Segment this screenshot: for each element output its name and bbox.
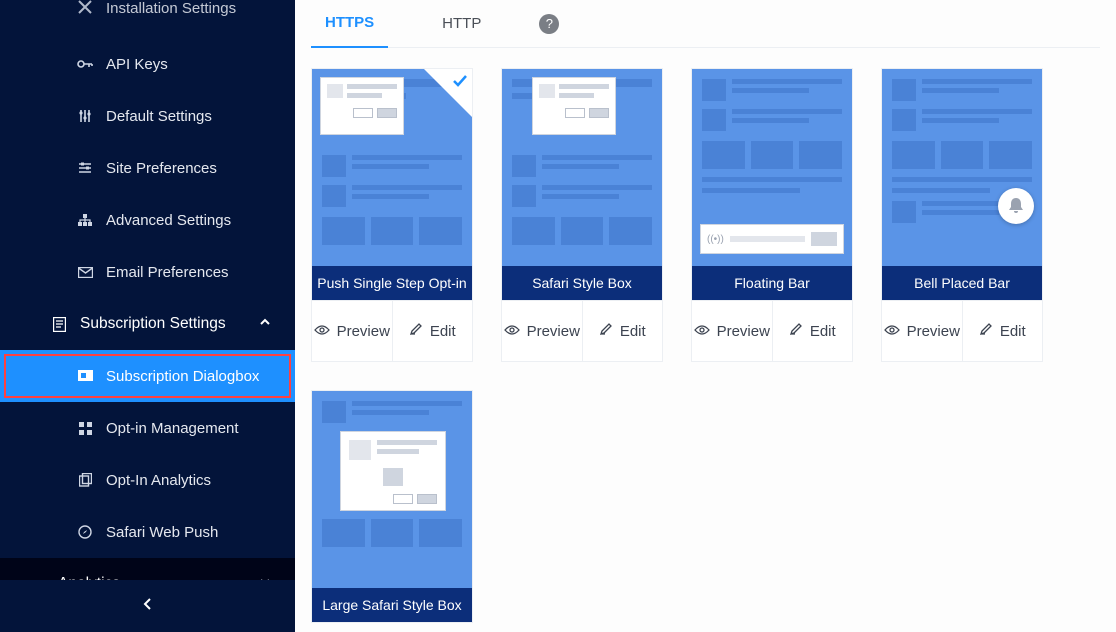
sidebar-item-label: Subscription Dialogbox (106, 368, 259, 385)
card-safari-style-box: Safari Style Box Preview Edit (501, 68, 663, 362)
action-label: Preview (907, 323, 960, 340)
pencil-icon (599, 322, 613, 340)
sidebar-item-label: Opt-in Management (106, 420, 239, 437)
preview-button[interactable]: Preview (882, 301, 962, 361)
card-title: Push Single Step Opt-in (312, 266, 472, 300)
card-large-safari-style-box: Large Safari Style Box (311, 390, 473, 623)
pencil-icon (979, 322, 993, 340)
mock-dialog (320, 77, 404, 135)
action-label: Preview (717, 323, 770, 340)
sidebar-item-label: Opt-In Analytics (106, 472, 211, 489)
action-label: Edit (620, 323, 646, 340)
edit-button[interactable]: Edit (582, 301, 663, 361)
envelope-icon (76, 267, 94, 278)
eye-icon (504, 323, 520, 340)
sidebar-item-label: Email Preferences (106, 264, 229, 281)
eye-icon (314, 323, 330, 340)
card-title: Floating Bar (692, 266, 852, 300)
tab-label: HTTPS (325, 14, 374, 31)
card-push-single-step: Push Single Step Opt-in Preview Edit (311, 68, 473, 362)
mock-dialog (532, 77, 616, 135)
edit-button[interactable]: Edit (962, 301, 1043, 361)
sidebar-item-label: Default Settings (106, 108, 212, 125)
key-icon (76, 59, 94, 69)
action-label: Preview (337, 323, 390, 340)
tab-https[interactable]: HTTPS (311, 0, 388, 48)
sidebar-item-label: API Keys (106, 56, 168, 73)
card-title: Safari Style Box (502, 266, 662, 300)
sidebar-item-site-preferences[interactable]: Site Preferences (0, 142, 295, 194)
sidebar-item-safari-web-push[interactable]: Safari Web Push (0, 506, 295, 558)
grid-icon (76, 422, 94, 435)
mock-dialog (340, 431, 446, 511)
chevron-up-icon (259, 315, 271, 333)
card-preview[interactable] (312, 391, 472, 588)
card-bell-placed-bar: Bell Placed Bar Preview Edit (881, 68, 1043, 362)
tabs: HTTPS HTTP ? (311, 0, 1100, 48)
sidebar-item-optin-analytics[interactable]: Opt-In Analytics (0, 454, 295, 506)
card-preview[interactable] (502, 69, 662, 266)
x-icon (76, 0, 94, 14)
sidebar-item-label: Installation Settings (106, 0, 236, 17)
help-icon[interactable]: ? (539, 14, 559, 34)
sidebar-item-label: Site Preferences (106, 160, 217, 177)
action-label: Edit (430, 323, 456, 340)
tab-http[interactable]: HTTP (428, 0, 495, 48)
cards-grid: Push Single Step Opt-in Preview Edit (311, 48, 1100, 623)
selected-check-icon (424, 69, 472, 117)
card-title: Large Safari Style Box (312, 588, 472, 622)
card-title: Bell Placed Bar (882, 266, 1042, 300)
tab-label: HTTP (442, 15, 481, 32)
card-preview[interactable]: ((•)) (692, 69, 852, 266)
nav-list: Installation Settings API Keys Default S… (0, 0, 295, 610)
card-preview[interactable] (312, 69, 472, 266)
collapse-sidebar-button[interactable] (0, 580, 295, 632)
sidebar-item-optin-management[interactable]: Opt-in Management (0, 402, 295, 454)
mock-floating-bar: ((•)) (700, 224, 844, 254)
edit-button[interactable]: Edit (392, 301, 473, 361)
sliders-icon (76, 109, 94, 123)
preview-button[interactable]: Preview (692, 301, 772, 361)
main-content: HTTPS HTTP ? (295, 0, 1116, 632)
sidebar-item-label: Advanced Settings (106, 212, 231, 229)
sidebar-item-default-settings[interactable]: Default Settings (0, 90, 295, 142)
pencil-icon (789, 322, 803, 340)
chevron-left-icon (143, 597, 153, 616)
sidebar-item-label: Safari Web Push (106, 524, 218, 541)
copy-icon (76, 473, 94, 487)
sidebar-item-installation-settings[interactable]: Installation Settings (0, 0, 295, 38)
action-label: Preview (527, 323, 580, 340)
preview-button[interactable]: Preview (312, 301, 392, 361)
card-preview[interactable] (882, 69, 1042, 266)
preferences-icon (76, 162, 94, 174)
sidebar-section-subscription-settings[interactable]: Subscription Settings (0, 298, 295, 350)
sidebar-item-api-keys[interactable]: API Keys (0, 38, 295, 90)
action-label: Edit (1000, 323, 1026, 340)
sidebar-item-email-preferences[interactable]: Email Preferences (0, 246, 295, 298)
bell-icon (998, 188, 1034, 224)
document-icon (50, 317, 68, 332)
action-label: Edit (810, 323, 836, 340)
sidebar-section-label: Subscription Settings (80, 315, 226, 333)
card-floating-bar: ((•)) Floating Bar Preview Edit (691, 68, 853, 362)
edit-button[interactable]: Edit (772, 301, 853, 361)
sidebar-item-subscription-dialogbox[interactable]: Subscription Dialogbox (0, 350, 295, 402)
compass-icon (76, 525, 94, 539)
pencil-icon (409, 322, 423, 340)
eye-icon (884, 323, 900, 340)
hierarchy-icon (76, 214, 94, 226)
sidebar-item-advanced-settings[interactable]: Advanced Settings (0, 194, 295, 246)
preview-button[interactable]: Preview (502, 301, 582, 361)
broadcast-icon: ((•)) (707, 234, 724, 245)
eye-icon (694, 323, 710, 340)
sidebar: Installation Settings API Keys Default S… (0, 0, 295, 632)
dialog-icon (76, 370, 94, 383)
